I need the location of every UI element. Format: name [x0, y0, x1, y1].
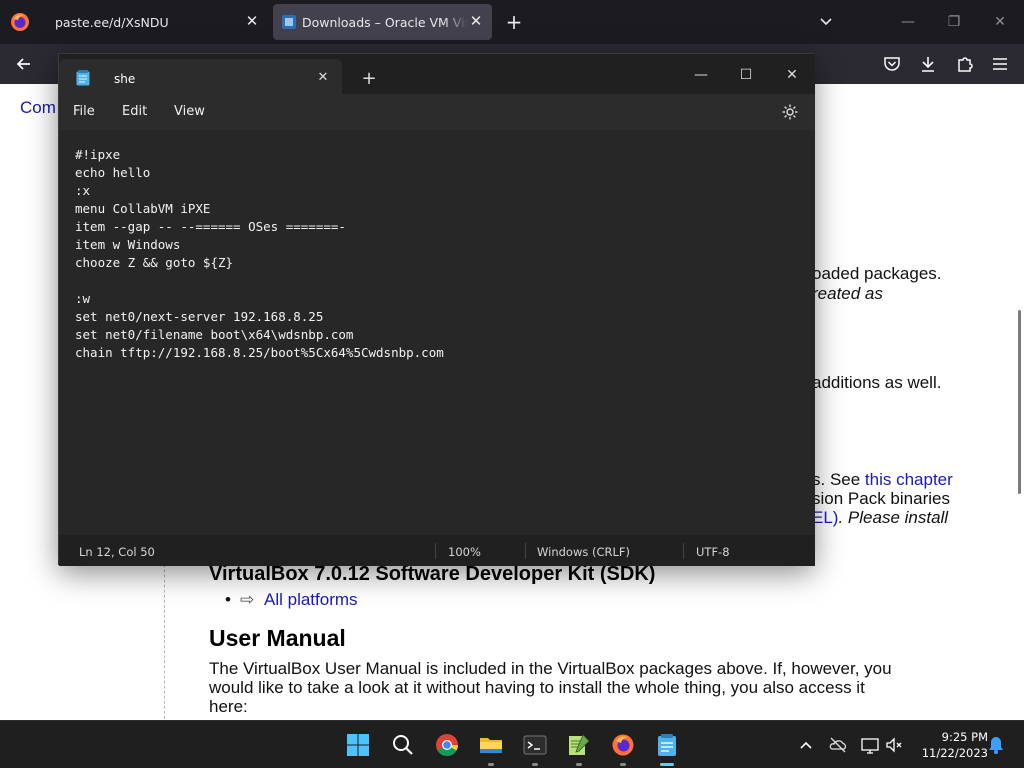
notepad-menubar: File Edit View	[59, 94, 815, 130]
arrow-icon: ⇨	[240, 590, 255, 609]
close-icon[interactable]: ✕	[242, 11, 262, 31]
virtualbox-favicon-icon	[282, 15, 296, 29]
clock-date: 11/22/2023	[921, 746, 988, 760]
chrome-icon[interactable]	[435, 733, 459, 757]
tab-title: Downloads – Oracle VM VirtualBox	[302, 15, 468, 30]
cursor-position: Ln 12, Col 50	[79, 545, 155, 559]
user-manual-text: here:	[209, 697, 248, 716]
onedrive-offline-icon[interactable]	[828, 735, 848, 755]
running-indicator	[576, 763, 582, 766]
firefox-view-icon[interactable]	[8, 10, 32, 34]
notepad-taskbar-icon[interactable]	[655, 733, 679, 757]
close-window-icon[interactable]: ✕	[990, 12, 1010, 32]
zoom-level: 100%	[448, 545, 481, 559]
line-ending: Windows (CRLF)	[537, 545, 631, 559]
license-link[interactable]: EL)	[812, 508, 838, 527]
restore-icon[interactable]: ❐	[944, 12, 964, 32]
firefox-icon[interactable]	[611, 733, 635, 757]
sdk-heading: VirtualBox 7.0.12 Software Developer Kit…	[209, 563, 656, 585]
notepad-window: she ✕ + — ☐ ✕ File Edit View #!ipxe echo…	[58, 53, 815, 566]
new-tab-icon[interactable]: +	[359, 69, 379, 89]
active-app-indicator	[660, 763, 674, 766]
windows-start-icon[interactable]	[346, 733, 370, 757]
user-manual-text: The VirtualBox User Manual is included i…	[209, 659, 892, 678]
notepad-titlebar[interactable]: she ✕ + — ☐ ✕	[59, 54, 815, 94]
page-text-fragment: s. See this chapter	[812, 470, 953, 490]
minimize-icon[interactable]: —	[898, 12, 918, 32]
running-indicator	[620, 763, 626, 766]
status-separator	[683, 543, 684, 559]
minimize-icon[interactable]: —	[690, 64, 712, 86]
notepad-statusbar: Ln 12, Col 50 100% Windows (CRLF) UTF-8	[59, 535, 815, 566]
this-chapter-link[interactable]: this chapter	[865, 470, 953, 489]
all-platforms-link[interactable]: All platforms	[264, 590, 358, 610]
notification-bell-icon[interactable]	[986, 735, 1006, 755]
notepad-app-icon	[76, 70, 90, 86]
page-text-fragment: sion Pack binaries	[812, 489, 950, 508]
running-indicator	[488, 763, 494, 766]
page-text-fragment: additions as well.	[812, 373, 942, 392]
close-window-icon[interactable]: ✕	[781, 64, 803, 86]
user-manual-text: would like to take a look at it without …	[209, 678, 865, 697]
chevron-down-icon[interactable]	[816, 12, 836, 32]
hamburger-menu-icon[interactable]	[990, 54, 1010, 74]
close-icon[interactable]: ✕	[314, 69, 332, 87]
pocket-icon[interactable]	[882, 54, 902, 74]
file-explorer-icon[interactable]	[479, 733, 503, 757]
volume-muted-icon[interactable]	[884, 735, 904, 755]
page-text-fragment: s. See	[812, 470, 865, 489]
tab-title: paste.ee/d/XsNDU	[55, 15, 169, 30]
network-icon[interactable]	[860, 735, 880, 755]
nav-link-contact[interactable]: Com	[20, 98, 56, 118]
gear-icon[interactable]	[781, 103, 799, 121]
downloads-icon[interactable]	[918, 54, 938, 74]
maximize-icon[interactable]: ☐	[735, 64, 757, 86]
notepad-tab-title: she	[114, 72, 136, 86]
bullet: •	[225, 590, 231, 609]
page-text-fragment: oaded packages.	[812, 264, 942, 283]
page-text-fragment: . Please install	[838, 508, 949, 527]
back-arrow-icon[interactable]	[14, 54, 34, 74]
menu-file[interactable]: File	[73, 104, 95, 119]
menu-view[interactable]: View	[174, 104, 205, 119]
status-separator	[525, 543, 526, 559]
browser-tab-virtualbox[interactable]: Downloads – Oracle VM VirtualBox ✕	[273, 4, 492, 40]
clock-time: 9:25 PM	[941, 730, 988, 744]
extensions-icon[interactable]	[955, 54, 975, 74]
search-icon[interactable]	[391, 733, 415, 757]
user-manual-heading: User Manual	[209, 625, 346, 651]
notepad-plus-plus-icon[interactable]	[567, 733, 591, 757]
running-indicator	[532, 763, 538, 766]
text-editor[interactable]: #!ipxe echo hello :x menu CollabVM iPXE …	[59, 130, 815, 535]
browser-tab-strip: paste.ee/d/XsNDU ✕ Downloads – Oracle VM…	[0, 0, 1024, 44]
page-scrollbar-thumb[interactable]	[1018, 310, 1021, 494]
page-text-fragment: reated as	[812, 284, 883, 303]
menu-edit[interactable]: Edit	[122, 104, 147, 119]
system-clock[interactable]: 9:25 PM 11/22/2023	[912, 729, 988, 761]
chevron-up-icon[interactable]	[796, 735, 816, 755]
close-icon[interactable]: ✕	[466, 11, 486, 31]
encoding: UTF-8	[696, 545, 730, 559]
notepad-tab[interactable]: she ✕	[59, 59, 342, 94]
new-tab-icon[interactable]: +	[504, 12, 524, 32]
browser-tab-paste[interactable]: paste.ee/d/XsNDU ✕	[42, 4, 270, 40]
taskbar: 9:25 PM 11/22/2023	[0, 720, 1024, 768]
status-separator	[435, 543, 436, 559]
terminal-icon[interactable]	[523, 733, 547, 757]
editor-content[interactable]: #!ipxe echo hello :x menu CollabVM iPXE …	[75, 146, 444, 362]
page-text-fragment: EL). Please install	[812, 508, 948, 528]
